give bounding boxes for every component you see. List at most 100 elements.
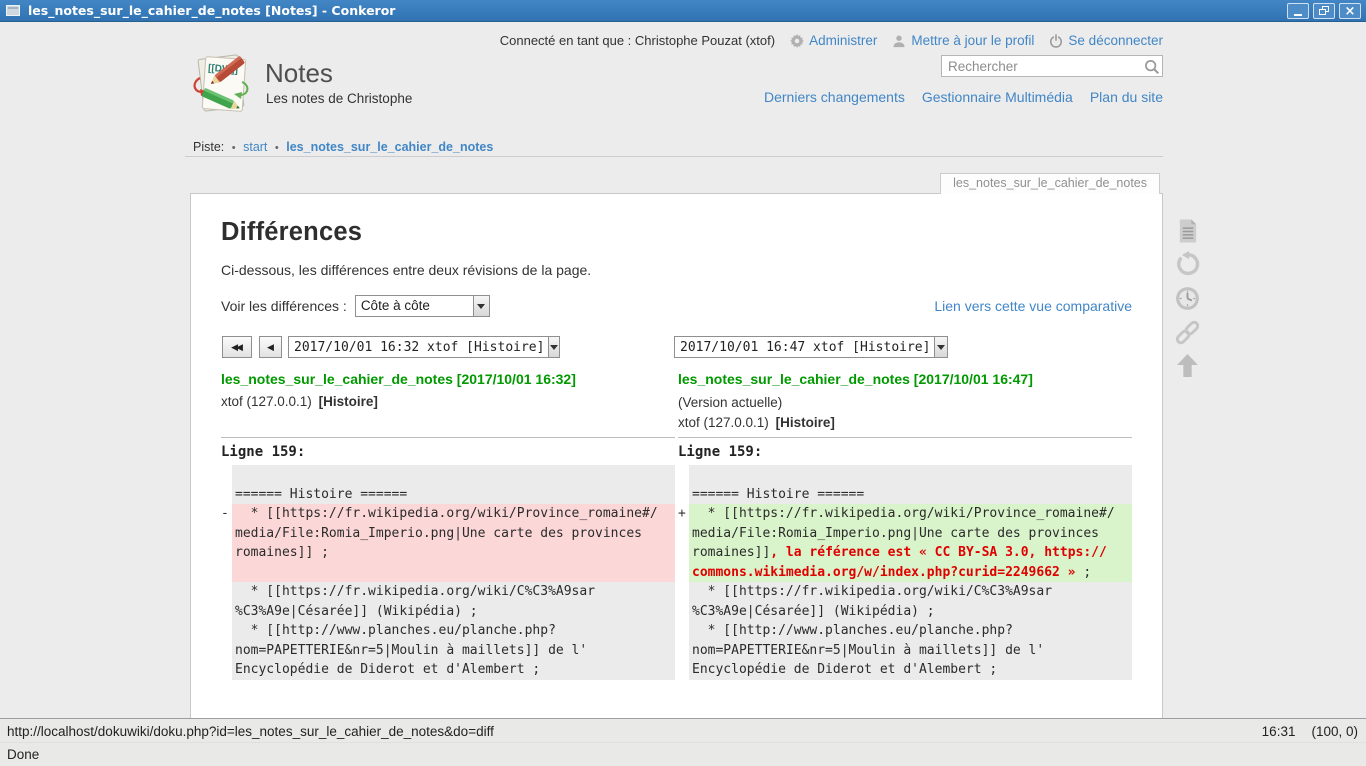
page-icon[interactable] xyxy=(1176,218,1199,244)
search-input[interactable] xyxy=(941,55,1163,77)
diff-line: %C3%A9e|Césarée]] (Wikipédia) ; xyxy=(221,602,675,622)
back-to-top-icon[interactable] xyxy=(1176,353,1199,378)
dokuwiki-logo-icon: [[DW]] xyxy=(195,55,248,113)
diff-line: commons.wikimedia.org/w/index.php?curid=… xyxy=(678,563,1132,583)
search-icon[interactable] xyxy=(1143,58,1160,75)
current-version-label: (Version actuelle) xyxy=(678,395,1132,410)
left-revision-user: xtof (127.0.0.1) xyxy=(221,394,312,409)
breadcrumb: Piste: • start • les_notes_sur_le_cahier… xyxy=(185,138,1163,157)
diff-line: * [[http://www.planches.eu/planche.php? xyxy=(678,621,1132,641)
diff-line xyxy=(678,465,1132,485)
view-mode-value: Côte à côte xyxy=(356,296,473,316)
diff-line: Encyclopédie de Diderot et d'Alembert ; xyxy=(678,660,1132,680)
minimize-icon xyxy=(1294,14,1302,16)
right-revision-link[interactable]: les_notes_sur_le_cahier_de_notes [2017/1… xyxy=(678,371,1033,387)
nav-recent-changes[interactable]: Derniers changements xyxy=(764,89,905,105)
page-tab[interactable]: les_notes_sur_le_cahier_de_notes xyxy=(940,173,1160,194)
power-icon xyxy=(1049,34,1063,48)
left-revision-link[interactable]: les_notes_sur_le_cahier_de_notes [2017/1… xyxy=(221,371,576,387)
minimize-button[interactable] xyxy=(1287,3,1309,19)
breadcrumb-page-link[interactable]: les_notes_sur_le_cahier_de_notes xyxy=(286,140,493,154)
browser-viewport: Connecté en tant que : Christophe Pouzat… xyxy=(0,22,1366,718)
window-titlebar: les_notes_sur_le_cahier_de_notes [Notes]… xyxy=(0,0,1366,22)
right-revision-history-link[interactable]: [Histoire] xyxy=(776,415,835,430)
profile-link[interactable]: Mettre à jour le profil xyxy=(892,33,1034,48)
logout-link-label: Se déconnecter xyxy=(1068,33,1163,48)
right-revision-select[interactable]: 2017/10/01 16:47 xtof [Histoire] xyxy=(674,336,948,358)
breadcrumb-label: Piste: xyxy=(193,140,224,154)
site-tagline: Les notes de Christophe xyxy=(266,91,412,106)
revert-icon[interactable] xyxy=(1174,251,1201,278)
diff-line: nom=PAPETTERIE&nr=5|Moulin à maillets]] … xyxy=(221,641,675,661)
first-revision-button[interactable]: ◀◀ xyxy=(222,336,252,358)
profile-link-label: Mettre à jour le profil xyxy=(911,33,1034,48)
compare-view-link[interactable]: Lien vers cette vue comparative xyxy=(934,298,1132,314)
backlinks-icon[interactable] xyxy=(1174,319,1201,346)
window-icon xyxy=(6,5,20,16)
site-nav: Derniers changements Gestionnaire Multim… xyxy=(764,89,1163,105)
diff-column-left: Ligne 159: ====== Histoire ======- * [[h… xyxy=(221,437,675,680)
diff-line xyxy=(221,465,675,485)
clock-icon[interactable] xyxy=(1174,285,1201,312)
left-revision-select[interactable]: 2017/10/01 16:32 xtof [Histoire] xyxy=(288,336,560,358)
diff-lines-left: ====== Histoire ======- * [[https://fr.w… xyxy=(221,465,675,680)
right-revision-value: 2017/10/01 16:47 xtof [Histoire] xyxy=(675,337,934,357)
gear-icon xyxy=(790,34,804,48)
restore-button[interactable] xyxy=(1313,3,1335,19)
right-revision-header: les_notes_sur_le_cahier_de_notes [2017/1… xyxy=(678,371,1132,430)
chevron-down-icon xyxy=(548,337,559,357)
admin-link-label: Administrer xyxy=(809,33,877,48)
user-bar: Connecté en tant que : Christophe Pouzat… xyxy=(500,33,1163,48)
view-mode-select[interactable]: Côte à côte xyxy=(355,295,490,317)
nav-sitemap[interactable]: Plan du site xyxy=(1090,89,1163,105)
dokuwiki-logo[interactable]: [[DW]] xyxy=(188,52,256,116)
diff-line: media/File:Romia_Imperio.png|Une carte d… xyxy=(678,524,1132,544)
status-clock: 16:31 xyxy=(1262,724,1296,739)
diff-line: media/File:Romia_Imperio.png|Une carte d… xyxy=(221,524,675,544)
breadcrumb-separator: • xyxy=(275,142,279,154)
diff-line: * [[https://fr.wikipedia.org/wiki/C%C3%A… xyxy=(221,582,675,602)
view-mode-label: Voir les différences : xyxy=(221,298,347,314)
left-revision-header: les_notes_sur_le_cahier_de_notes [2017/1… xyxy=(221,371,675,430)
right-revision-user: xtof (127.0.0.1) xyxy=(678,415,769,430)
status-message: Done xyxy=(7,747,39,762)
close-button[interactable] xyxy=(1339,3,1361,19)
breadcrumb-start-link[interactable]: start xyxy=(243,140,267,154)
logout-link[interactable]: Se déconnecter xyxy=(1049,33,1163,48)
diff-line: romaines]], la référence est « CC BY-SA … xyxy=(678,543,1132,563)
left-revision-history-link[interactable]: [Histoire] xyxy=(319,394,378,409)
diff-table: Ligne 159: ====== Histoire ======- * [[h… xyxy=(221,437,1132,680)
diff-line: nom=PAPETTERIE&nr=5|Moulin à maillets]] … xyxy=(678,641,1132,661)
diff-lines-right: ====== Histoire ======+ * [[https://fr.w… xyxy=(678,465,1132,680)
nav-media-manager[interactable]: Gestionnaire Multimédia xyxy=(922,89,1073,105)
chevron-down-icon xyxy=(473,296,489,316)
page-title: Différences xyxy=(221,218,1132,247)
close-icon xyxy=(1345,2,1356,20)
window-title: les_notes_sur_le_cahier_de_notes [Notes]… xyxy=(28,3,395,18)
diff-line: + * [[https://fr.wikipedia.org/wiki/Prov… xyxy=(678,504,1132,524)
site-title[interactable]: Notes xyxy=(265,58,333,89)
diff-line: * [[http://www.planches.eu/planche.php? xyxy=(221,621,675,641)
status-bar: http://localhost/dokuwiki/doku.php?id=le… xyxy=(0,718,1366,766)
status-position: (100, 0) xyxy=(1311,724,1358,739)
diff-line: ====== Histoire ====== xyxy=(221,485,675,505)
previous-revision-button[interactable]: ◀ xyxy=(259,336,282,358)
diff-line: Encyclopédie de Diderot et d'Alembert ; xyxy=(221,660,675,680)
diff-intro: Ci-dessous, les différences entre deux r… xyxy=(221,262,1132,278)
logged-in-text: Connecté en tant que : Christophe Pouzat… xyxy=(500,33,775,48)
breadcrumb-separator: • xyxy=(232,142,236,154)
diff-line: - * [[https://fr.wikipedia.org/wiki/Prov… xyxy=(221,504,675,524)
status-url: http://localhost/dokuwiki/doku.php?id=le… xyxy=(7,724,494,739)
right-line-header: Ligne 159: xyxy=(678,437,1132,465)
chevron-down-icon xyxy=(934,337,947,357)
diff-line: ====== Histoire ====== xyxy=(678,485,1132,505)
page-tools xyxy=(1172,218,1202,378)
restore-icon xyxy=(1319,6,1329,15)
admin-link[interactable]: Administrer xyxy=(790,33,877,48)
diff-column-right: Ligne 159: ====== Histoire ======+ * [[h… xyxy=(678,437,1132,680)
left-line-header: Ligne 159: xyxy=(221,437,675,465)
diff-panel: Différences Ci-dessous, les différences … xyxy=(190,193,1163,718)
user-icon xyxy=(892,34,906,48)
diff-line: romaines]] ; xyxy=(221,543,675,563)
diff-line: %C3%A9e|Césarée]] (Wikipédia) ; xyxy=(678,602,1132,622)
